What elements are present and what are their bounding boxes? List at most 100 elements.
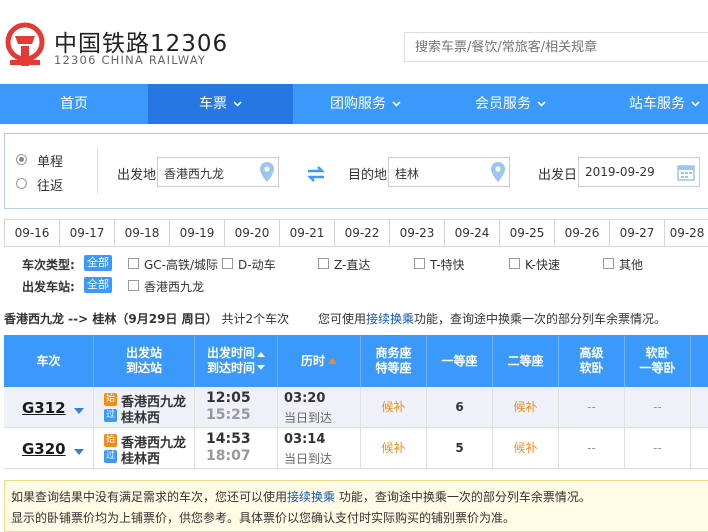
route-text: 香港西九龙 --> 桂林（9月29日 周日） (4, 312, 218, 326)
col-train: 车次 (4, 335, 94, 387)
nav-member[interactable]: 会员服务 (438, 84, 583, 124)
type-checkbox[interactable] (318, 258, 329, 269)
transfer-link[interactable]: 接续换乘 (366, 312, 414, 326)
date-tab[interactable]: 09-21 (280, 220, 335, 246)
station-all-button[interactable]: 全部 (84, 277, 112, 293)
notice-line-1: 如果查询结果中没有满足需求的车次，您还可以使用接续换乘 功能，查询途中换乘一次的… (11, 490, 591, 504)
to-station[interactable]: 桂林西 (121, 407, 160, 426)
date-tab[interactable]: 09-27 (610, 220, 665, 246)
swap-stations-icon[interactable] (306, 166, 326, 182)
type-option[interactable]: T-特快 (430, 256, 465, 273)
roundtrip-radio[interactable] (16, 178, 27, 189)
date-value: 2019-09-29 (585, 165, 655, 179)
date-tab[interactable]: 09-19 (170, 220, 225, 246)
arrive-note: 当日到达 (284, 411, 333, 425)
type-checkbox[interactable] (222, 258, 233, 269)
search-input[interactable] (405, 33, 708, 61)
roundtrip-label[interactable]: 往返 (37, 175, 63, 194)
first-seat[interactable]: 6 (427, 387, 493, 427)
col-times[interactable]: 出发时间 到达时间 (195, 335, 278, 387)
type-checkbox[interactable] (128, 258, 139, 269)
date-tab[interactable]: 09-23 (390, 220, 445, 246)
divider (97, 148, 98, 194)
date-tab[interactable]: 09-25 (500, 220, 555, 246)
train-code[interactable]: G312 (22, 399, 66, 417)
calendar-icon[interactable] (677, 164, 695, 181)
expand-icon[interactable] (74, 449, 84, 455)
type-option[interactable]: D-动车 (238, 256, 276, 273)
location-pin-icon[interactable] (260, 162, 274, 182)
site-search[interactable] (404, 32, 708, 62)
railway-logo-icon[interactable] (4, 22, 46, 66)
date-tab[interactable]: 09-28 (665, 220, 708, 246)
from-field[interactable]: 香港西九龙 (157, 157, 279, 187)
type-option[interactable]: GC-高铁/城际 (144, 256, 218, 273)
col-duration[interactable]: 历时 (278, 335, 361, 387)
pass-tag: 过 (104, 450, 117, 463)
date-tab[interactable]: 09-17 (60, 220, 115, 246)
pass-tag: 过 (104, 409, 117, 422)
train-type-label: 车次类型: (22, 258, 75, 272)
type-option[interactable]: 其他 (619, 256, 643, 273)
date-label: 出发日 (538, 168, 578, 183)
duration: 03:14 (284, 432, 326, 447)
nav-station[interactable]: 站车服务 (583, 84, 708, 124)
to-value: 桂林 (395, 167, 420, 181)
date-tab[interactable]: 09-22 (335, 220, 390, 246)
stations-cell: 始 香港西九龙 过 桂林西 (94, 387, 195, 427)
nav-tickets[interactable]: 车票 (148, 84, 293, 124)
train-code[interactable]: G320 (22, 440, 66, 458)
station-checkbox[interactable] (128, 280, 139, 291)
nav-group[interactable]: 团购服务 (293, 84, 438, 124)
date-tab[interactable]: 09-20 (225, 220, 280, 246)
site-header: 中国铁路12306 12306 CHINA RAILWAY (0, 0, 708, 84)
main-nav: 首页 车票 团购服务 会员服务 站车服务 (0, 84, 708, 124)
chevron-down-icon (233, 101, 242, 107)
type-option[interactable]: Z-直达 (334, 256, 370, 273)
duration: 03:20 (284, 391, 326, 406)
table-row[interactable]: G312 始 香港西九龙 过 桂林西 12:05 15:25 03:20 当日到… (4, 387, 708, 428)
brand-subtitle: 12306 CHINA RAILWAY (54, 53, 207, 67)
to-field[interactable]: 桂林 (388, 157, 510, 187)
type-checkbox[interactable] (509, 258, 520, 269)
second-seat[interactable]: 候补 (493, 428, 559, 468)
results-table-header: 车次 出发站 到达站 出发时间 到达时间 历时 商务座 特等座 一等座 二等座 … (4, 335, 708, 387)
date-tab[interactable]: 09-24 (445, 220, 500, 246)
nav-home[interactable]: 首页 (0, 84, 148, 124)
expand-icon[interactable] (74, 408, 84, 414)
type-option[interactable]: K-快速 (525, 256, 560, 273)
col-stations: 出发站 到达站 (94, 335, 195, 387)
type-checkbox[interactable] (603, 258, 614, 269)
second-seat[interactable]: 候补 (493, 387, 559, 427)
location-pin-icon[interactable] (491, 162, 505, 182)
date-tab[interactable]: 09-26 (555, 220, 610, 246)
soft-hi-seat: -- (559, 387, 625, 427)
table-row[interactable]: G320 始 香港西九龙 过 桂林西 14:53 18:07 03:14 当日到… (4, 428, 708, 469)
soft-seat: -- (625, 387, 691, 427)
to-station[interactable]: 桂林西 (121, 448, 160, 467)
to-label: 目的地 (348, 168, 388, 183)
arrive-time: 18:07 (206, 448, 251, 464)
from-value: 香港西九龙 (164, 167, 225, 181)
oneway-radio[interactable] (16, 154, 27, 165)
date-tab[interactable]: 09-18 (115, 220, 170, 246)
transfer-tip: 您可使用接续换乘功能，查询途中换乘一次的部分列车余票情况。 (318, 312, 667, 326)
transfer-link[interactable]: 接续换乘 (287, 490, 335, 504)
business-seat[interactable]: 候补 (361, 387, 427, 427)
soft-hi-seat: -- (559, 428, 625, 468)
date-tab[interactable]: 09-16 (5, 220, 60, 246)
sort-icon[interactable] (257, 350, 265, 372)
first-seat[interactable]: 5 (427, 428, 493, 468)
type-checkbox[interactable] (414, 258, 425, 269)
chevron-down-icon (691, 101, 700, 107)
route-summary: 香港西九龙 --> 桂林（9月29日 周日） 共计2个车次 (4, 310, 289, 327)
station-option[interactable]: 香港西九龙 (144, 278, 204, 295)
duration-cell: 03:14 当日到达 (278, 428, 361, 468)
train-count: 共计2个车次 (221, 312, 290, 326)
date-field[interactable]: 2019-09-29 (578, 157, 700, 187)
oneway-label[interactable]: 单程 (37, 151, 63, 170)
soft-seat: -- (625, 428, 691, 468)
sort-up-icon[interactable] (328, 357, 337, 365)
business-seat[interactable]: 候补 (361, 428, 427, 468)
type-all-button[interactable]: 全部 (84, 255, 112, 271)
